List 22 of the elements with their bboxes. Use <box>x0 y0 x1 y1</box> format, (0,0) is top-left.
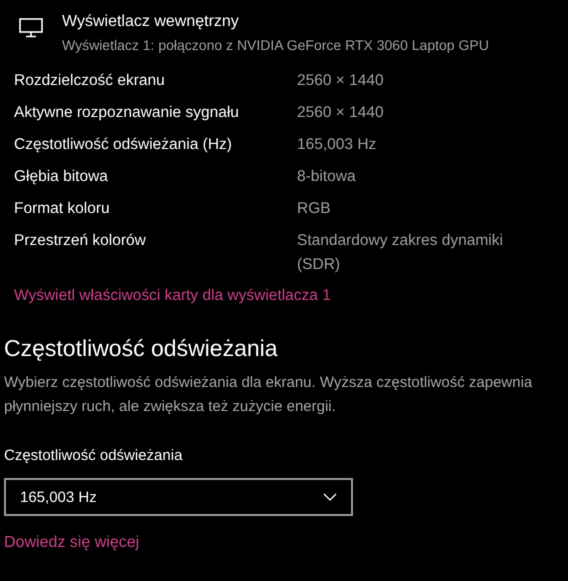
property-label: Głębia bitowa <box>14 167 109 187</box>
property-value: 2560 × 1440 <box>297 103 385 123</box>
display-subtitle: Wyświetlacz 1: połączono z NVIDIA GeForce RTX 3060 Laptop GPU <box>62 36 489 55</box>
property-label: Rozdzielczość ekranu <box>14 71 166 91</box>
property-label: Przestrzeń kolorów <box>14 231 147 251</box>
property-label: Format koloru <box>14 199 111 219</box>
property-value: Standardowy zakres dynamiki (SDR) <box>297 231 504 275</box>
section-description: Wybierz częstotliwość odświeżania dla ekranu. Wyższa częstotliwość zapewnia płynniejszy ruch, ale zwiększa też zużycie energii. <box>4 373 534 417</box>
chevron-down-icon <box>323 493 337 501</box>
refresh-rate-dropdown[interactable]: 165,003 Hz <box>4 478 353 516</box>
property-value: 8-bitowa <box>297 167 357 187</box>
property-label: Częstotliwość odświeżania (Hz) <box>14 135 233 155</box>
property-label: Aktywne rozpoznawanie sygnału <box>14 103 240 123</box>
property-value: 165,003 Hz <box>297 135 378 155</box>
field-label: Częstotliwość odświeżania <box>4 446 184 466</box>
property-value: RGB <box>297 199 332 219</box>
adapter-properties-link[interactable]: Wyświetl właściwości karty dla wyświetlacza 1 <box>14 287 331 304</box>
display-title: Wyświetlacz wewnętrzny <box>62 12 240 32</box>
monitor-icon <box>19 18 43 38</box>
learn-more-link[interactable]: Dowiedz się więcej <box>4 534 140 551</box>
property-value: 2560 × 1440 <box>297 71 385 91</box>
section-heading: Częstotliwość odświeżania <box>4 334 279 363</box>
